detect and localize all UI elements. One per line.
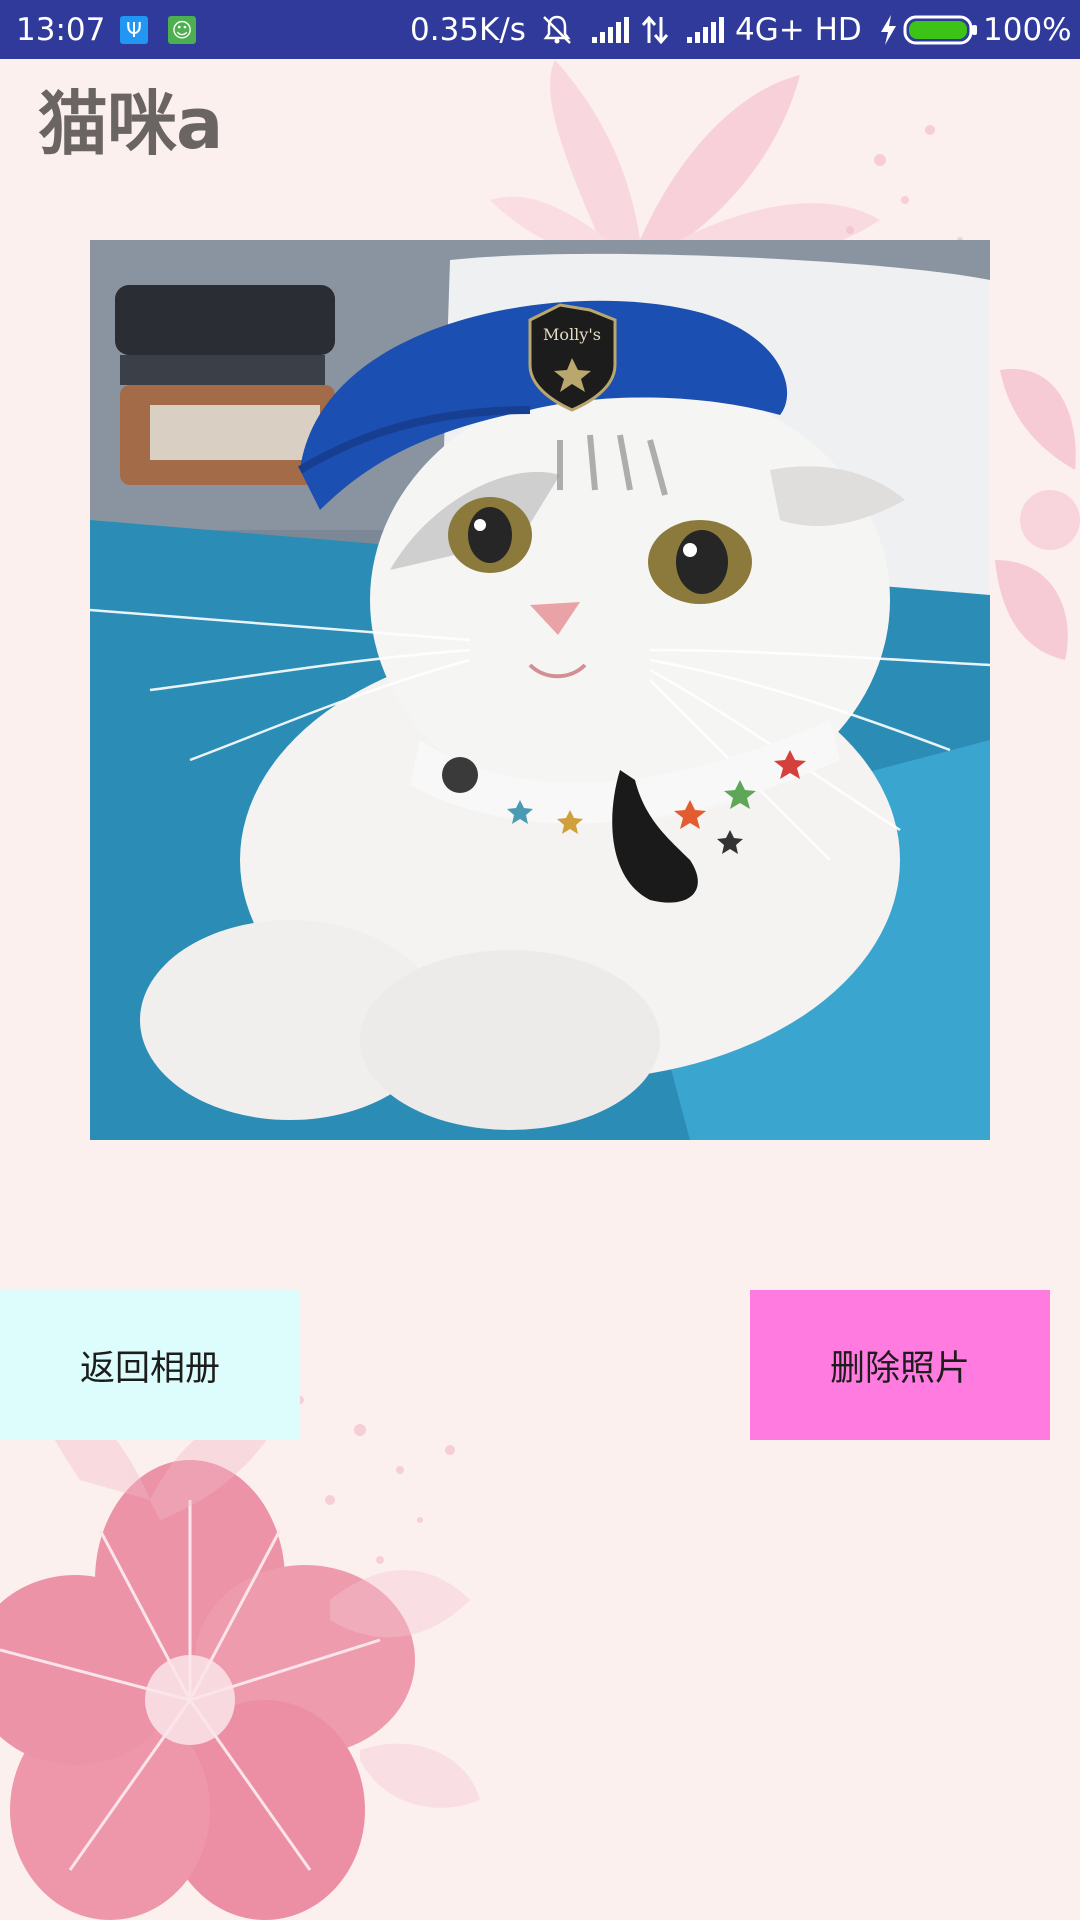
badge-text: Molly's	[543, 325, 601, 344]
mute-bell-icon	[540, 0, 574, 59]
signal-icon	[685, 0, 725, 59]
battery-icon	[903, 0, 979, 59]
network-speed: 0.35K/s	[410, 11, 526, 48]
charging-icon	[877, 0, 899, 59]
back-to-album-button[interactable]: 返回相册	[0, 1290, 300, 1440]
cat-photo: Molly's	[90, 240, 990, 1140]
network-type: 4G+ HD	[735, 11, 862, 48]
page-title: 猫咪a	[38, 83, 223, 165]
usb-icon: Ψ	[120, 0, 148, 59]
delete-photo-button[interactable]: 删除照片	[750, 1290, 1050, 1440]
clock: 13:07	[16, 11, 106, 48]
status-bar: 13:07 Ψ ☺ 0.35K/s 4G+ HD 100%	[0, 0, 1080, 59]
signal-icon	[590, 0, 630, 59]
android-icon: ☺	[168, 0, 196, 59]
battery-percent: 100%	[983, 11, 1072, 48]
data-arrows-icon	[640, 0, 670, 59]
